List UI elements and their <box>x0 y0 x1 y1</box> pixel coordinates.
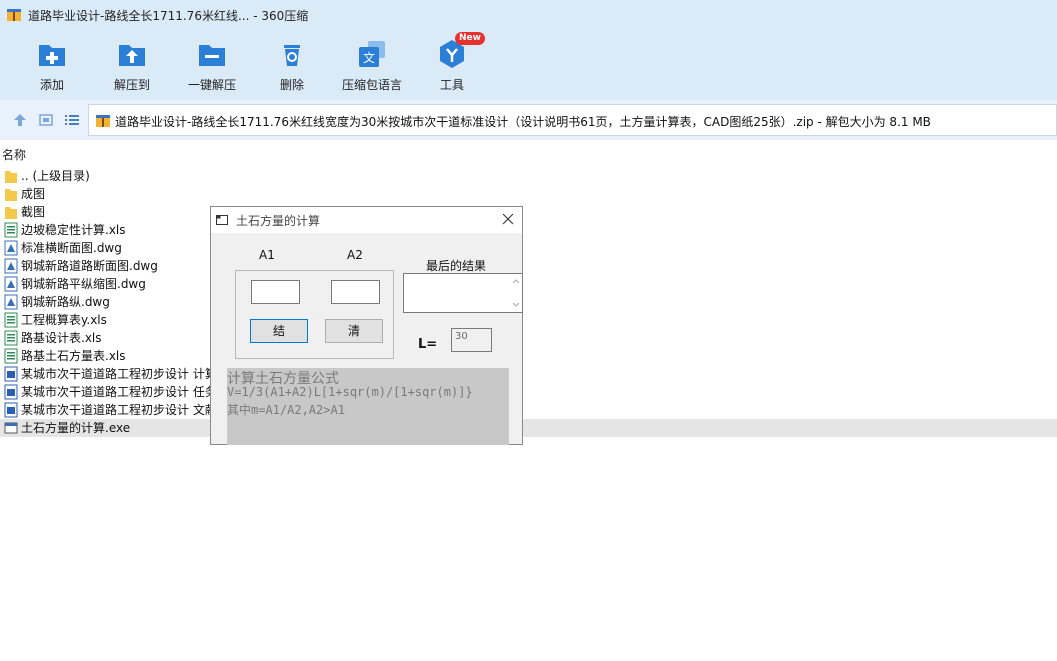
file-name: .. (上级目录) <box>21 169 90 183</box>
add-button[interactable]: 添加 <box>12 38 92 93</box>
dwg-file-icon <box>4 258 18 274</box>
clear-button[interactable]: 清 <box>325 319 383 343</box>
dwg-file-icon <box>4 276 18 292</box>
dialog-title: 土石方量的计算 <box>236 214 321 228</box>
word-file-icon <box>4 384 18 400</box>
dwg-file-icon <box>4 240 18 256</box>
list-item[interactable]: 标准横断面图.dwg <box>0 239 1057 257</box>
add-button-label: 添加 <box>39 78 64 92</box>
list-item[interactable]: 路基设计表.xls <box>0 329 1057 347</box>
list-item[interactable]: 钢城新路平纵缩图.dwg <box>0 275 1057 293</box>
excel-file-icon <box>4 330 18 346</box>
a1-input[interactable] <box>251 280 300 304</box>
extract-to-label: 解压到 <box>113 78 150 92</box>
l-input[interactable]: 30 <box>451 328 492 352</box>
file-name: 工程概算表y.xls <box>21 313 107 327</box>
excel-file-icon <box>4 222 18 238</box>
list-item[interactable]: 路基土石方量表.xls <box>0 347 1057 365</box>
archive-language-button[interactable]: 文 压缩包语言 <box>332 38 412 93</box>
result-label: 最后的结果 <box>426 259 487 273</box>
file-name: 某城市次干道道路工程初步设计 任务 <box>21 385 217 399</box>
a1-label: A1 <box>259 248 275 262</box>
earthwork-calculator-dialog: 土石方量的计算 A1 A2 结 清 最后的结果 L= 30 计算土石方量公式 V… <box>210 206 523 445</box>
extract-to-button[interactable]: 解压到 <box>92 38 172 93</box>
formula-expression: V=1/3(A1+A2)L[1+sqr(m)/[1+sqr(m)]} <box>227 385 473 399</box>
file-name: 钢城新路道路断面图.dwg <box>21 259 158 273</box>
dialog-titlebar[interactable]: 土石方量的计算 <box>211 207 522 233</box>
dialog-app-icon <box>216 215 228 225</box>
toolbar: 添加 解压到 一键解压 删除 文 压缩包语言 New 工具 <box>0 30 1057 100</box>
list-item[interactable]: 截图 <box>0 203 1057 221</box>
window-titlebar: 道路毕业设计-路线全长1711.76米红线... - 360压缩 <box>0 0 1057 30</box>
exe-file-icon <box>4 422 18 434</box>
archive-language-icon: 文 <box>359 41 385 67</box>
new-badge: New <box>455 32 485 45</box>
delete-icon <box>284 45 300 66</box>
extract-to-icon <box>119 45 145 66</box>
list-item[interactable]: 某城市次干道道路工程初步设计 计算 <box>0 365 1057 383</box>
list-item[interactable]: .. (上级目录) <box>0 167 1057 185</box>
list-item[interactable]: 某城市次干道道路工程初步设计 任务 <box>0 383 1057 401</box>
list-item[interactable]: 工程概算表y.xls <box>0 311 1057 329</box>
compute-button[interactable]: 结 <box>250 319 308 343</box>
up-arrow-icon[interactable] <box>12 112 28 128</box>
a2-label: A2 <box>347 248 363 262</box>
delete-button[interactable]: 删除 <box>252 38 332 93</box>
one-click-extract-label: 一键解压 <box>187 78 236 92</box>
file-name: 截图 <box>21 205 46 219</box>
delete-label: 删除 <box>279 78 304 92</box>
address-path-field[interactable]: 道路毕业设计-路线全长1711.76米红线宽度为30米按城市次干道标准设计（设计… <box>88 104 1057 136</box>
file-name: 土石方量的计算.exe <box>21 421 131 435</box>
close-icon[interactable] <box>501 212 515 226</box>
l-label: L= <box>418 337 438 352</box>
file-name: 钢城新路纵.dwg <box>21 295 110 309</box>
file-name: 成图 <box>21 187 46 201</box>
excel-file-icon <box>4 312 18 328</box>
file-name: 标准横断面图.dwg <box>21 241 122 255</box>
file-list: .. (上级目录) 成图 截图 边坡稳定性计算.xls 标准横断面图.dwg 钢… <box>0 167 1057 437</box>
excel-file-icon <box>4 348 18 364</box>
a2-input[interactable] <box>331 280 380 304</box>
file-name: 路基土石方量表.xls <box>21 349 126 363</box>
address-bar: 道路毕业设计-路线全长1711.76米红线宽度为30米按城市次干道标准设计（设计… <box>0 100 1057 140</box>
formula-panel: 计算土石方量公式 V=1/3(A1+A2)L[1+sqr(m)/[1+sqr(m… <box>227 368 509 445</box>
folder-icon <box>5 171 17 183</box>
result-scrollbar[interactable] <box>510 274 522 312</box>
address-path: 道路毕业设计-路线全长1711.76米红线宽度为30米按城市次干道标准设计（设计… <box>115 115 931 129</box>
file-name: 钢城新路平纵缩图.dwg <box>21 277 146 291</box>
list-item[interactable]: 成图 <box>0 185 1057 203</box>
list-item[interactable]: 边坡稳定性计算.xls <box>0 221 1057 239</box>
result-output[interactable] <box>403 273 523 313</box>
word-file-icon <box>4 402 18 418</box>
file-name: 某城市次干道道路工程初步设计 文献 <box>21 403 217 417</box>
one-click-extract-icon <box>199 45 225 66</box>
svg-text:文: 文 <box>363 50 375 65</box>
word-file-icon <box>4 366 18 382</box>
file-name: 路基设计表.xls <box>21 331 102 345</box>
add-archive-icon <box>39 45 65 66</box>
list-view-icon[interactable] <box>64 112 80 128</box>
archive-language-label: 压缩包语言 <box>341 78 402 92</box>
file-name: 某城市次干道道路工程初步设计 计算 <box>21 367 217 381</box>
list-item[interactable]: 钢城新路纵.dwg <box>0 293 1057 311</box>
window-title: 道路毕业设计-路线全长1711.76米红线... - 360压缩 <box>28 9 309 23</box>
column-header-name[interactable]: 名称 <box>0 146 1057 162</box>
list-item[interactable]: 土石方量的计算.exe <box>0 419 1057 437</box>
list-item[interactable]: 钢城新路道路断面图.dwg <box>0 257 1057 275</box>
thumbnail-view-icon[interactable] <box>38 112 54 128</box>
list-item[interactable]: 某城市次干道道路工程初步设计 文献 <box>0 401 1057 419</box>
folder-icon <box>5 207 17 219</box>
folder-icon <box>5 189 17 201</box>
tools-button[interactable]: New 工具 <box>412 32 492 93</box>
column-header-label: 名称 <box>2 148 27 162</box>
file-name: 边坡稳定性计算.xls <box>21 223 126 237</box>
dwg-file-icon <box>4 294 18 310</box>
formula-condition: 其中m=A1/A2,A2>A1 <box>227 403 345 417</box>
one-click-extract-button[interactable]: 一键解压 <box>172 38 252 93</box>
archive-app-icon <box>7 9 21 21</box>
zip-archive-icon <box>96 115 110 127</box>
tools-label: 工具 <box>439 78 464 92</box>
